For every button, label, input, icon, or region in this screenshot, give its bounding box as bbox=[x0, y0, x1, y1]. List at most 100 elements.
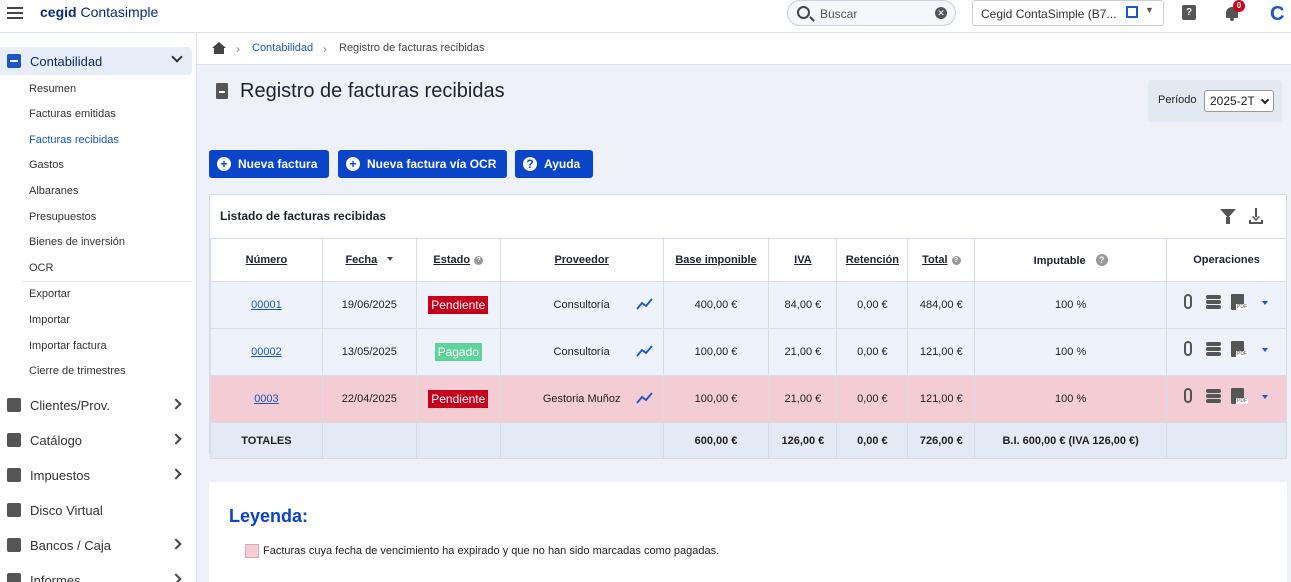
tax-icon bbox=[7, 468, 21, 482]
chevron-right-icon bbox=[170, 468, 182, 480]
sidebar-item-presupuestos[interactable]: Presupuestos bbox=[29, 211, 96, 223]
attachment-icon[interactable] bbox=[1184, 341, 1193, 356]
col-base[interactable]: Base imponible bbox=[662, 238, 770, 282]
sidebar-section-clientes[interactable]: Clientes/Prov. bbox=[0, 392, 192, 418]
sidebar-section-contabilidad[interactable]: Contabilidad bbox=[0, 47, 192, 75]
invoice-number-link[interactable]: 0003 bbox=[254, 393, 278, 405]
trend-chart-icon[interactable] bbox=[635, 298, 653, 310]
attachment-icon[interactable] bbox=[1184, 294, 1193, 309]
col-iva[interactable]: IVA bbox=[768, 238, 838, 282]
chevron-down-icon[interactable] bbox=[1262, 301, 1269, 305]
chevron-right-icon bbox=[170, 433, 182, 445]
breadcrumb: › Contabilidad › Registro de facturas re… bbox=[197, 33, 1291, 65]
total-amount: 484,00 € bbox=[907, 281, 976, 329]
button-label: Nueva factura vía OCR bbox=[367, 157, 497, 171]
sidebar-item-importar[interactable]: Importar bbox=[29, 314, 70, 326]
sidebar-item-bienes-inversion[interactable]: Bienes de inversión bbox=[29, 236, 125, 248]
col-estado[interactable]: Estado? bbox=[415, 238, 501, 282]
totals-total: 726,00 € bbox=[907, 422, 976, 459]
col-imputable: Imputable? bbox=[974, 238, 1168, 282]
sidebar-item-ocr[interactable]: OCR bbox=[29, 262, 53, 274]
help-button[interactable]: ? Ayuda bbox=[515, 150, 593, 178]
col-numero[interactable]: Número bbox=[210, 238, 323, 282]
database-icon[interactable] bbox=[1206, 342, 1222, 356]
breadcrumb-contabilidad[interactable]: Contabilidad bbox=[252, 42, 313, 54]
company-name: Cegid ContaSimple (B7... bbox=[981, 7, 1117, 21]
period-label: Período bbox=[1158, 94, 1197, 106]
sidebar-item-exportar[interactable]: Exportar bbox=[29, 288, 71, 300]
external-link-icon[interactable] bbox=[1126, 6, 1138, 18]
bell-icon[interactable]: 0 bbox=[1225, 0, 1245, 21]
chevron-down-icon[interactable] bbox=[1262, 348, 1269, 352]
brand-mark[interactable]: C bbox=[1270, 3, 1284, 26]
retention-amount: 0,00 € bbox=[836, 375, 909, 423]
new-invoice-ocr-button[interactable]: + Nueva factura vía OCR bbox=[338, 150, 507, 178]
sidebar-section-impuestos[interactable]: Impuestos bbox=[0, 462, 192, 488]
trend-chart-icon[interactable] bbox=[635, 392, 653, 404]
totals-retencion: 0,00 € bbox=[836, 422, 909, 459]
legend-swatch-expired bbox=[245, 544, 259, 558]
period-filter: Período 2025-2T bbox=[1148, 80, 1282, 122]
period-value: 2025-2T bbox=[1210, 94, 1255, 108]
period-select[interactable]: 2025-2T bbox=[1204, 90, 1274, 112]
report-icon bbox=[7, 573, 21, 582]
info-icon[interactable]: ? bbox=[474, 256, 484, 265]
imputable-value: 100 % bbox=[974, 281, 1168, 329]
chevron-down-icon[interactable]: ▼ bbox=[1145, 5, 1154, 15]
pdf-icon[interactable] bbox=[1231, 294, 1249, 310]
sidebar-section-bancos[interactable]: Bancos / Caja bbox=[0, 532, 192, 558]
clear-icon[interactable]: ✕ bbox=[935, 7, 947, 19]
retention-amount: 0,00 € bbox=[836, 281, 909, 329]
pdf-icon[interactable] bbox=[1231, 388, 1249, 404]
base-amount: 400,00 € bbox=[662, 281, 770, 329]
sidebar-section-label: Impuestos bbox=[30, 468, 90, 483]
page-title: Registro de facturas recibidas bbox=[240, 80, 505, 102]
sidebar: Contabilidad Resumen Facturas emitidas F… bbox=[0, 33, 197, 582]
table-row[interactable]: 00001 19/06/2025 Pendiente Consultoría 4… bbox=[210, 281, 1287, 329]
row-operations bbox=[1167, 376, 1286, 422]
sidebar-item-gastos[interactable]: Gastos bbox=[29, 159, 64, 171]
sidebar-item-albaranes[interactable]: Albaranes bbox=[29, 185, 79, 197]
download-icon[interactable] bbox=[1249, 208, 1263, 224]
sidebar-section-label: Informes bbox=[30, 573, 81, 582]
filter-icon[interactable] bbox=[1220, 209, 1236, 224]
sidebar-section-informes[interactable]: Informes bbox=[0, 567, 192, 582]
col-proveedor[interactable]: Proveedor bbox=[499, 238, 664, 282]
attachment-icon[interactable] bbox=[1184, 388, 1193, 403]
trend-chart-icon[interactable] bbox=[635, 345, 653, 357]
sidebar-section-catalogo[interactable]: Catálogo bbox=[0, 427, 192, 453]
sidebar-item-resumen[interactable]: Resumen bbox=[29, 83, 76, 95]
invoice-number-link[interactable]: 00002 bbox=[251, 346, 282, 358]
sidebar-item-facturas-emitidas[interactable]: Facturas emitidas bbox=[29, 108, 116, 120]
info-icon[interactable]: ? bbox=[1095, 253, 1108, 266]
database-icon[interactable] bbox=[1206, 295, 1222, 309]
row-operations bbox=[1167, 282, 1286, 328]
chevron-down-icon[interactable] bbox=[1262, 395, 1269, 399]
sidebar-item-cierre-trimestres[interactable]: Cierre de trimestres bbox=[29, 365, 126, 377]
list-title: Listado de facturas recibidas bbox=[220, 209, 387, 223]
help-icon[interactable]: ? bbox=[1182, 5, 1196, 20]
sidebar-section-disco-virtual[interactable]: Disco Virtual bbox=[0, 497, 192, 523]
company-selector[interactable]: Cegid ContaSimple (B7... ▼ bbox=[972, 0, 1164, 26]
base-amount: 100,00 € bbox=[662, 375, 770, 423]
row-operations bbox=[1167, 329, 1286, 375]
invoice-table: Número Fecha Estado? Proveedor Base impo… bbox=[210, 238, 1287, 459]
info-icon[interactable]: ? bbox=[951, 256, 961, 265]
table-row[interactable]: 00002 13/05/2025 Pagado Consultoría 100,… bbox=[210, 328, 1287, 376]
menu-icon[interactable] bbox=[7, 5, 23, 19]
chevron-right-icon: › bbox=[323, 42, 327, 56]
sidebar-item-facturas-recibidas[interactable]: Facturas recibidas bbox=[29, 134, 119, 146]
app-logo[interactable]: cegid Contasimple bbox=[40, 4, 158, 20]
new-invoice-button[interactable]: + Nueva factura bbox=[209, 150, 329, 178]
col-fecha[interactable]: Fecha bbox=[321, 238, 417, 282]
home-icon[interactable] bbox=[212, 42, 226, 54]
table-row[interactable]: 0003 22/04/2025 Pendiente Gestoria Muñoz… bbox=[210, 375, 1287, 423]
invoice-number-link[interactable]: 00001 bbox=[251, 299, 282, 311]
sidebar-item-importar-factura[interactable]: Importar factura bbox=[29, 340, 107, 352]
col-retencion[interactable]: Retención bbox=[836, 238, 909, 282]
search-input[interactable]: Buscar ✕ bbox=[787, 0, 956, 26]
totals-imputable: B.I. 600,00 € (IVA 126,00 €) bbox=[974, 422, 1168, 459]
database-icon[interactable] bbox=[1206, 389, 1222, 403]
col-total[interactable]: Total? bbox=[907, 238, 976, 282]
pdf-icon[interactable] bbox=[1231, 341, 1249, 357]
